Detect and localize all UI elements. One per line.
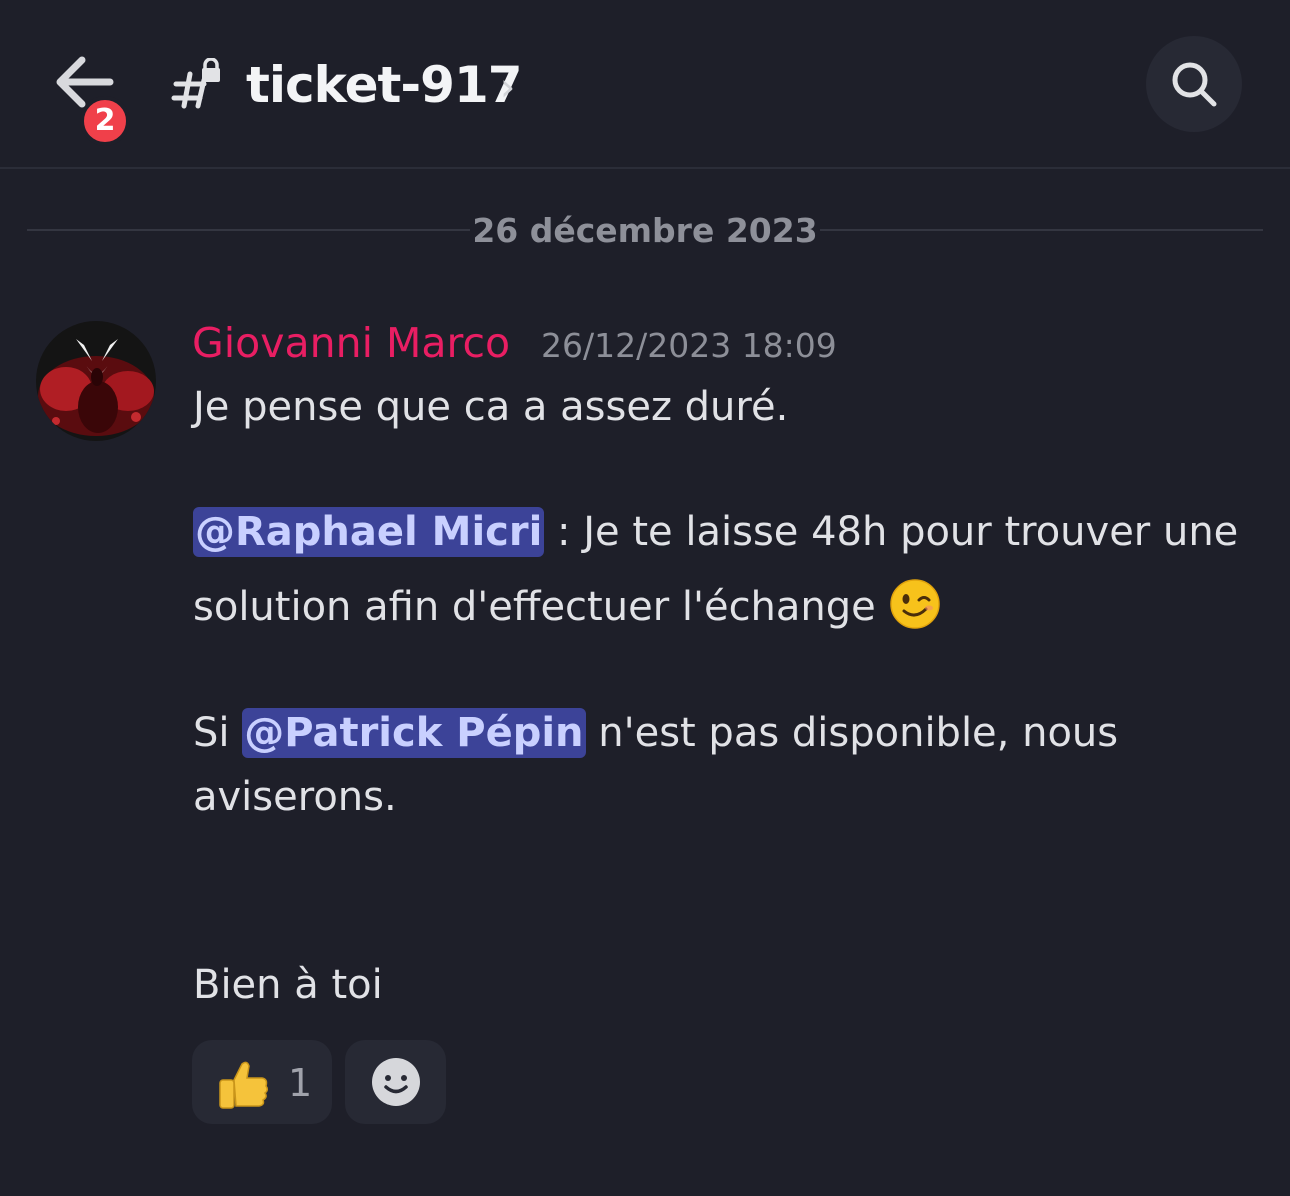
message-line-4-text: n'est pas disponible, nous xyxy=(585,710,1119,756)
channel-header: 2 ticket-917 › xyxy=(0,0,1290,169)
mention-raphael-micri[interactable]: @Raphael Micri xyxy=(193,507,545,557)
search-button[interactable] xyxy=(1146,36,1242,132)
divider-line-left xyxy=(27,229,470,231)
message-line-1: Je pense que ca a assez duré. xyxy=(193,384,789,430)
message-line-2-text: : Je te laisse 48h pour trouver une xyxy=(544,509,1239,555)
message-line-3: solution afin d'effectuer l'échange xyxy=(193,578,941,633)
reaction-count: 1 xyxy=(288,1061,313,1105)
chevron-right-icon[interactable]: › xyxy=(500,68,515,106)
message-author[interactable]: Giovanni Marco xyxy=(192,316,510,370)
date-divider: 26 décembre 2023 xyxy=(472,211,818,250)
message-line-5: aviserons. xyxy=(193,774,397,820)
add-reaction-smiley-icon xyxy=(372,1058,420,1106)
avatar-image xyxy=(36,321,156,441)
message-timestamp: 26/12/2023 18:09 xyxy=(541,326,837,365)
channel-name[interactable]: ticket-917 xyxy=(246,54,523,116)
hash-lock-icon xyxy=(171,58,220,109)
message-line-6: Bien à toi xyxy=(193,962,383,1008)
message-line-2: @Raphael Micri : Je te laisse 48h pour t… xyxy=(193,506,1238,558)
message-line-4: Si @Patrick Pépin n'est pas disponible, … xyxy=(193,707,1118,759)
message-line-3-text: solution afin d'effectuer l'échange xyxy=(193,584,889,630)
winking-face-emoji xyxy=(889,579,940,629)
reaction-thumbs-up[interactable]: 1 xyxy=(192,1040,332,1124)
add-reaction-button[interactable] xyxy=(345,1040,446,1124)
avatar[interactable] xyxy=(36,321,156,441)
message-line-4-prefix: Si xyxy=(193,710,243,756)
unread-badge: 2 xyxy=(80,96,130,146)
thumbs-up-emoji xyxy=(219,1061,269,1109)
search-icon xyxy=(1172,62,1217,107)
divider-line-right xyxy=(820,229,1263,231)
mention-patrick-pepin[interactable]: @Patrick Pépin xyxy=(242,708,586,758)
